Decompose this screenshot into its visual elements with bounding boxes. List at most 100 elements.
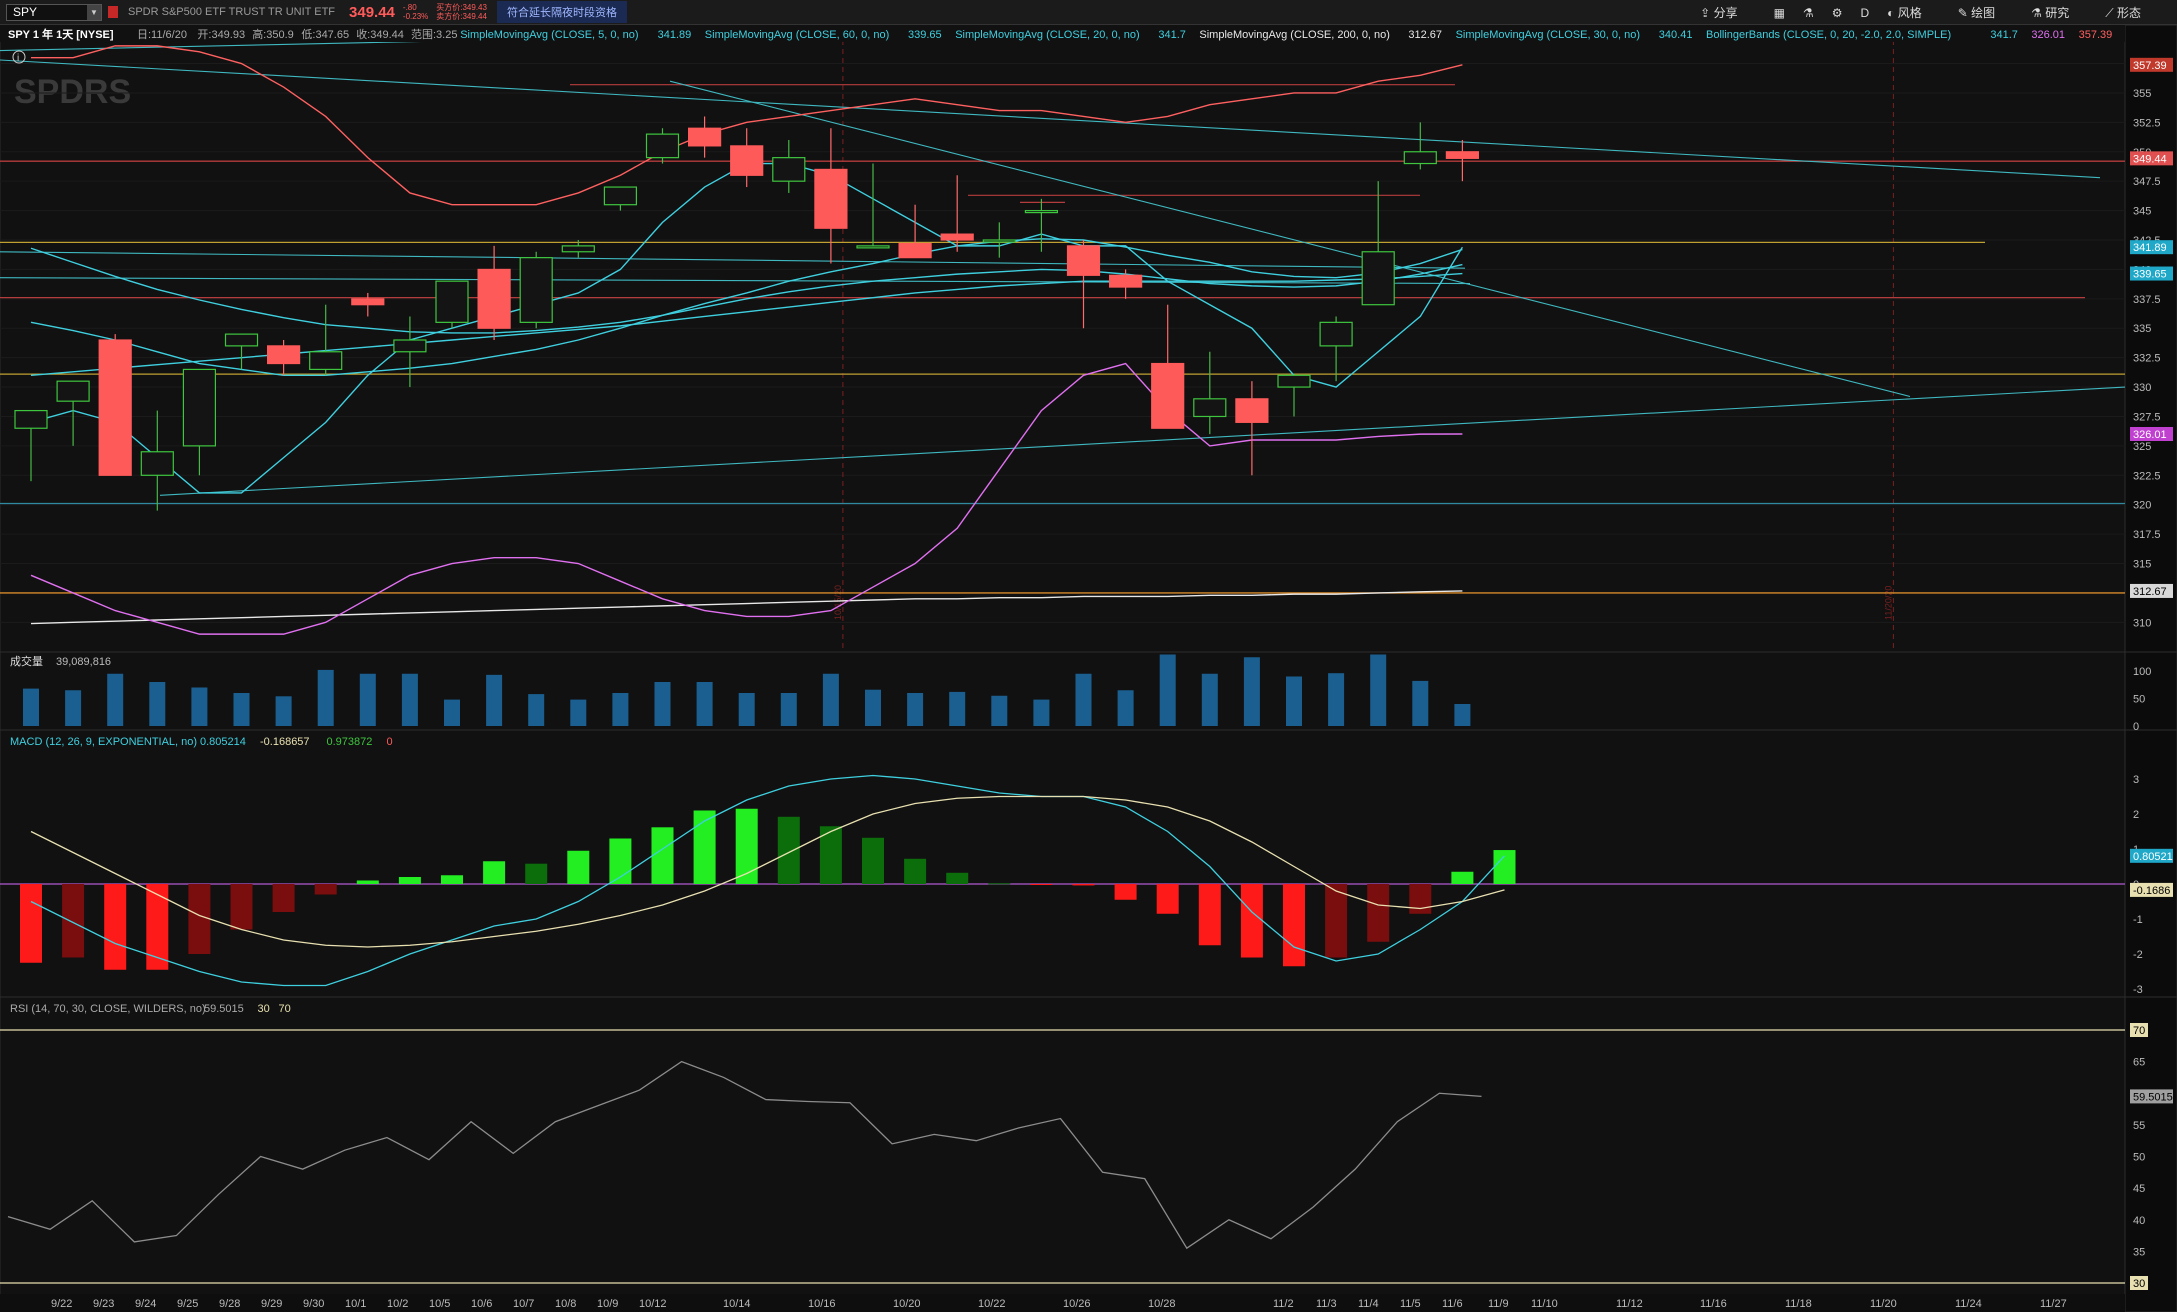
candle: [1403, 151, 1437, 165]
volume-bar: [191, 687, 208, 726]
volume-bar: [1328, 673, 1345, 726]
top-toolbar: SPY ▼ SPDR S&P500 ETF TRUST TR UNIT ETF …: [0, 0, 2177, 25]
x-axis-label: 11/4: [1358, 1298, 1379, 1310]
volume-bar: [738, 693, 755, 726]
price-axis-tick: 325: [2133, 441, 2151, 453]
macd-histogram-bar: [567, 850, 590, 884]
x-axis-label: 10/5: [429, 1298, 450, 1310]
volume-bar: [486, 674, 503, 726]
price-header-field: 收:349.44: [356, 27, 404, 41]
rsi-axis-tick: 50: [2133, 1152, 2145, 1164]
study-legend-value: 357.39: [2079, 29, 2113, 41]
period-button[interactable]: D: [1860, 6, 1869, 20]
price-axis-tick: 320: [2133, 500, 2151, 512]
rsi-legend-value: 70: [279, 1003, 291, 1015]
style-button[interactable]: ◐ 风格: [1887, 4, 1940, 21]
volume-bar: [1159, 654, 1176, 726]
volume-bar: [275, 696, 292, 726]
volume-bar: [1412, 680, 1429, 726]
drawing-button[interactable]: ✎ 绘图: [1958, 4, 2013, 21]
candle: [1319, 321, 1353, 347]
grid-icon[interactable]: ▦: [1774, 6, 1785, 20]
macd-legend-value: -0.168657: [260, 736, 310, 748]
flask-icon[interactable]: ⚗: [1803, 6, 1814, 20]
flag-icon[interactable]: [108, 6, 118, 18]
event-marker-label: 11/20/20: [1883, 586, 1893, 620]
price-axis-tick: 347.5: [2133, 176, 2161, 188]
macd-histogram-bar: [1409, 884, 1432, 914]
volume-bar: [1201, 673, 1218, 726]
pattern-button[interactable]: ⟋ 形态: [2105, 4, 2159, 21]
x-axis-label: 9/22: [51, 1298, 72, 1310]
candle: [98, 339, 132, 476]
x-axis-label: 11/3: [1316, 1298, 1337, 1310]
x-axis-label: 9/30: [303, 1298, 324, 1310]
macd-histogram-bar: [20, 884, 42, 963]
x-axis-label: 10/1: [345, 1298, 366, 1310]
share-button[interactable]: ⇪ 分享: [1700, 4, 1755, 21]
toolbar-actions: ⇪ 分享 ▦ ⚗ ⚙ D ◐ 风格 ✎ 绘图 ⚗ 研究 ⟋ 形态: [1700, 0, 2177, 25]
price-axis-tick: 322.5: [2133, 470, 2161, 482]
price-header-field: 开:349.93: [197, 29, 245, 41]
macd-histogram-bar: [398, 877, 421, 884]
price-header-field: 范围:3.25: [411, 27, 457, 41]
volume-bar: [528, 694, 545, 726]
gear-icon[interactable]: ⚙: [1832, 6, 1843, 20]
macd-histogram-bar: [651, 827, 674, 884]
candle: [982, 239, 1016, 243]
macd-histogram-bar: [441, 875, 463, 884]
price-tag-label: 312.67: [2133, 586, 2167, 598]
study-legend-label: SimpleMovingAvg (CLOSE, 5, 0, no): [460, 29, 638, 41]
volume-axis-tick: 100: [2133, 666, 2151, 678]
share-label: 分享: [1713, 6, 1738, 20]
chevron-down-icon[interactable]: ▼: [87, 4, 101, 20]
candle: [687, 127, 722, 147]
price-axis-tick: 337.5: [2133, 294, 2161, 306]
x-axis-label: 11/10: [1531, 1298, 1558, 1310]
candle: [182, 368, 216, 447]
bid-ask: 买方价:349.43 卖方价:349.44: [436, 3, 487, 21]
macd-axis-tick: 3: [2133, 774, 2139, 786]
volume-bar: [401, 673, 418, 726]
price-header-field: 低:347.65: [301, 28, 349, 41]
volume-bar: [780, 693, 797, 726]
macd-histogram-bar: [1325, 884, 1348, 958]
macd-legend-value: 0.973872: [327, 736, 373, 748]
candle: [940, 233, 974, 241]
macd-title: MACD (12, 26, 9, EXPONENTIAL, no): [10, 736, 197, 748]
volume-bar: [696, 682, 713, 726]
price-tag-label: 349.44: [2133, 153, 2167, 165]
macd-legend-value: 0: [387, 736, 393, 748]
candle: [435, 280, 469, 323]
x-axis-label: 11/2: [1273, 1298, 1294, 1310]
macd-histogram-bar: [483, 861, 506, 884]
rsi-panel: [0, 996, 2126, 1312]
chart-canvas[interactable]: SPDRS357.5355352.5350347.5345342.5340337…: [0, 25, 2177, 1312]
macd-histogram-bar: [1240, 884, 1263, 958]
macd-histogram-bar: [104, 884, 127, 970]
macd-axis-tick: -2: [2133, 949, 2143, 961]
study-legend-value: 341.89: [658, 29, 692, 41]
candle: [14, 409, 48, 429]
x-axis-label: 9/23: [93, 1298, 114, 1310]
x-axis-label: 10/26: [1063, 1298, 1091, 1310]
symbol-description: SPDR S&P500 ETF TRUST TR UNIT ETF: [128, 6, 336, 18]
macd-histogram-bar: [1198, 884, 1221, 946]
candle: [477, 268, 511, 329]
x-axis-label: 10/2: [387, 1298, 408, 1310]
macd-histogram-bar: [525, 863, 548, 884]
volume-bar: [1370, 654, 1387, 726]
price-axis-tick: 332.5: [2133, 353, 2161, 365]
macd-tag-label: 0.80521: [2133, 851, 2173, 863]
x-axis-label: 9/29: [261, 1298, 282, 1310]
rsi-tag-label: 59.5015: [2133, 1091, 2173, 1103]
x-axis-label: 11/20: [1870, 1298, 1897, 1310]
candle: [1361, 251, 1395, 306]
volume-bar: [444, 699, 460, 726]
candle: [1066, 245, 1101, 276]
symbol-selector[interactable]: SPY ▼: [6, 3, 102, 21]
study-button[interactable]: ⚗ 研究: [2031, 4, 2087, 21]
rsi-axis-tick: 65: [2133, 1057, 2145, 1069]
last-price: 349.44: [349, 3, 395, 21]
extended-hours-badge[interactable]: 符合延长隔夜时段资格: [496, 1, 627, 23]
